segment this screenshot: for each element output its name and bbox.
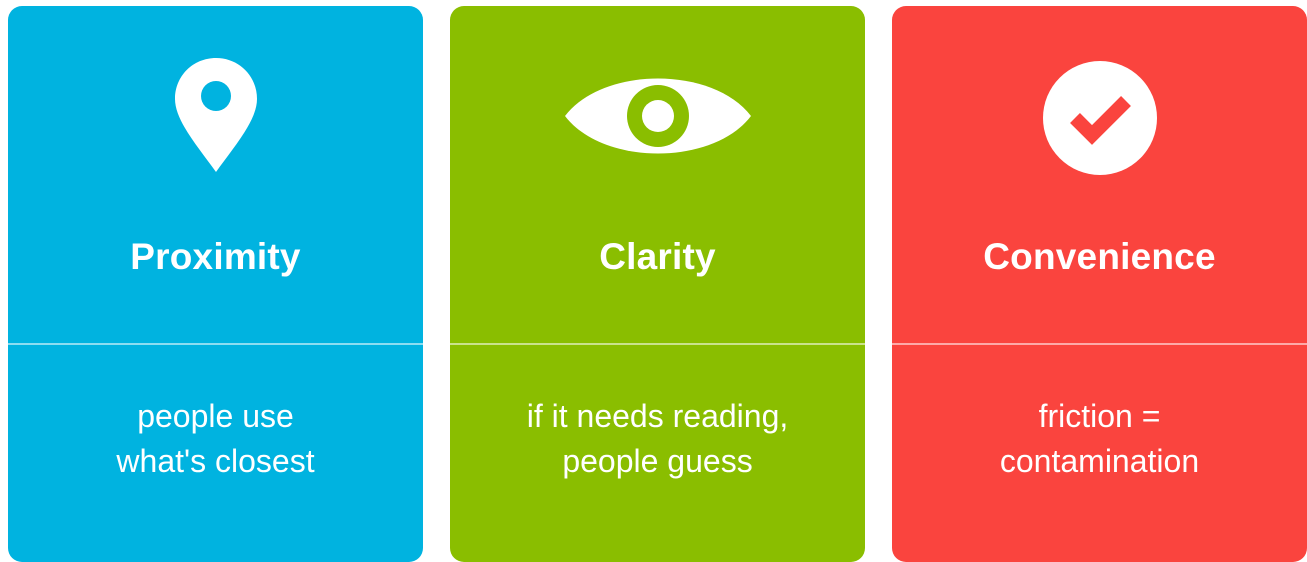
description-line: if it needs reading, — [526, 398, 789, 434]
eye-icon — [563, 70, 753, 162]
divider — [8, 343, 423, 345]
card-header — [450, 6, 865, 343]
card-description: friction = contamination — [892, 394, 1307, 484]
card-title: Proximity — [130, 236, 301, 277]
divider — [450, 343, 865, 345]
map-pin-icon — [173, 56, 259, 174]
check-circle-icon — [1042, 60, 1158, 176]
description-line: contamination — [999, 443, 1200, 479]
description-line: people guess — [562, 443, 753, 479]
description-line: friction = — [1038, 398, 1161, 434]
description-line: what's closest — [116, 443, 315, 479]
divider — [892, 343, 1307, 345]
card-description: if it needs reading, people guess — [450, 394, 865, 484]
description-line: people use — [137, 398, 294, 434]
principles-cards: Proximity people use what's closest Clar… — [8, 6, 1307, 562]
card-description: people use what's closest — [8, 394, 423, 484]
card-proximity: Proximity people use what's closest — [8, 6, 423, 562]
card-clarity: Clarity if it needs reading, people gues… — [450, 6, 865, 562]
card-convenience: Convenience friction = contamination — [892, 6, 1307, 562]
card-title: Clarity — [599, 236, 716, 277]
card-title: Convenience — [983, 236, 1216, 277]
